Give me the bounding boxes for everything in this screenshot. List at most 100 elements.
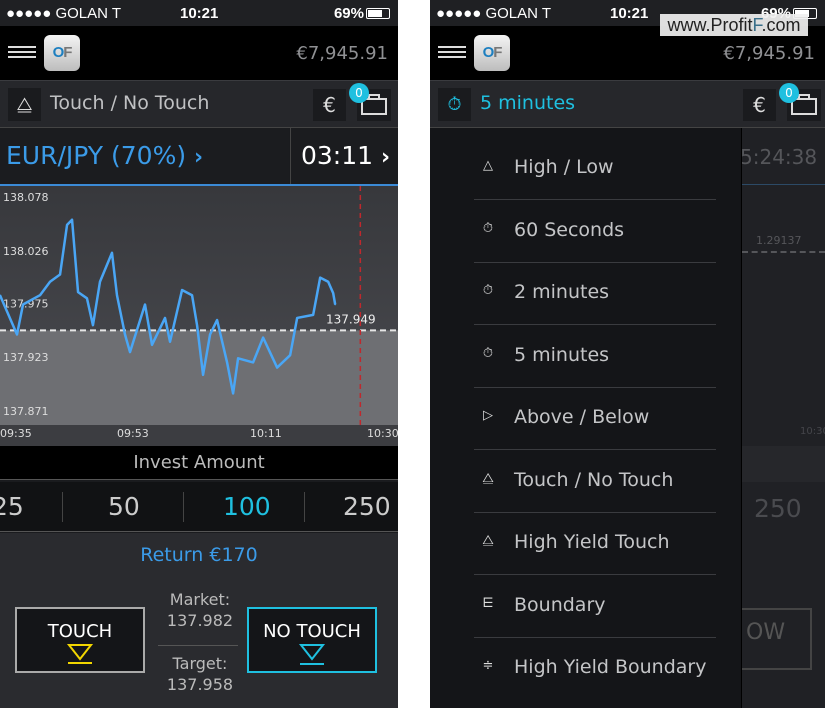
price-point [237, 357, 239, 360]
price-point [312, 314, 314, 316]
y-tick: 137.871 [3, 405, 49, 418]
watermark-text: .com [761, 15, 801, 35]
price-point [262, 336, 264, 339]
stopwatch-icon[interactable]: ⏱ [438, 88, 471, 121]
no-touch-button[interactable]: NO TOUCH [247, 607, 377, 673]
divider [742, 184, 825, 185]
touch-button[interactable]: TOUCH [15, 607, 145, 673]
price-point [144, 303, 146, 306]
amount-option[interactable]: 250 [343, 492, 391, 521]
menu-item[interactable]: ⏱ 2 minutes [474, 263, 716, 325]
clock: 10:21 [610, 5, 649, 22]
price-point [319, 276, 321, 279]
dimmed-background: 5:24:38 1.29137 10:30 250 OW [722, 128, 825, 708]
x-tick: 09:53 [117, 427, 149, 440]
currency-button[interactable]: € [743, 89, 776, 121]
invest-amount-label: Invest Amount [0, 446, 398, 480]
amount-option-selected[interactable]: 100 [223, 492, 271, 521]
price-point [202, 374, 204, 376]
stopwatch-icon: ⏱ [482, 220, 494, 236]
watermark: www.ProfitF.com [660, 14, 808, 36]
price-point [164, 317, 166, 319]
carrier: ●●●●● GOLAN T [6, 5, 122, 22]
price-point [169, 340, 171, 343]
bg-price: 1.29137 [756, 234, 802, 247]
menu-item-label: High Yield Touch [514, 531, 670, 553]
x-tick: 10:30 [367, 427, 398, 440]
portfolio-count-badge: 0 [349, 83, 369, 103]
bg-price-line [742, 251, 825, 253]
price-point [226, 361, 228, 364]
menu-item[interactable]: ⧋ Touch / No Touch [474, 451, 716, 513]
return-text: Return €170 [140, 544, 258, 566]
amount-option[interactable]: 50 [108, 492, 140, 521]
y-tick: 137.923 [3, 351, 49, 364]
price-point [151, 344, 153, 346]
bg-band [742, 446, 825, 482]
amount-option[interactable]: 25 [0, 492, 24, 521]
market-label: Market: [169, 590, 231, 609]
price-point [16, 333, 18, 336]
carrier: ●●●●● GOLAN T [436, 5, 552, 22]
y-tick: 138.078 [3, 191, 49, 204]
touch-label: TOUCH [47, 621, 113, 642]
triangle-up-icon: △ [483, 158, 493, 173]
price-point [86, 297, 88, 300]
price-point [129, 351, 131, 353]
amount-selector: 25 50 100 250 [0, 482, 398, 532]
account-balance: €7,945.91 [723, 43, 815, 64]
touch-icon[interactable]: ⧋ [8, 88, 41, 121]
option-type-selector[interactable]: Touch / No Touch [50, 92, 209, 114]
bg-countdown: 5:24:38 [740, 145, 818, 169]
menu-item-label: Above / Below [514, 406, 650, 428]
price-point [22, 303, 24, 306]
menu-item-label: High Yield Boundary [514, 656, 707, 678]
menu-icon[interactable] [438, 46, 466, 58]
menu-item-label: Boundary [514, 593, 606, 616]
price-point [39, 294, 41, 297]
menu-item[interactable]: ▷ Above / Below [474, 388, 716, 450]
duration-selector[interactable]: 5 minutes [480, 92, 575, 114]
price-point [99, 280, 101, 283]
price-point [59, 273, 61, 276]
chevron-right-icon: › [194, 145, 204, 170]
triangle-right-icon: ▷ [483, 408, 493, 423]
battery-icon [366, 8, 390, 19]
boundary-icon: ⋿ [482, 595, 494, 611]
menu-item[interactable]: ⏱ 60 Seconds [474, 201, 716, 263]
current-price-label: 137.949 [326, 312, 376, 326]
watermark-text: www.Profit [667, 15, 753, 35]
menu-item-label: 2 minutes [514, 281, 610, 303]
menu-item[interactable]: ⋿ Boundary [474, 576, 716, 638]
expiry-selector[interactable]: 03:11 › [290, 128, 398, 184]
price-point [296, 317, 298, 319]
option-menu-screen: ●●●●● GOLAN T 10:21 69% OF €7,945.91 ⏱ 5… [430, 0, 825, 708]
option-type-menu: △ High / Low ⏱ 60 Seconds ⏱ 2 minutes ⏱ 5 minut… [430, 128, 742, 708]
separator [62, 492, 63, 522]
status-bar: ●●●●● GOLAN T 10:21 69% [0, 0, 398, 26]
clock: 10:21 [180, 5, 219, 22]
x-tick: 09:35 [0, 427, 32, 440]
no-touch-label: NO TOUCH [263, 621, 361, 642]
app-logo: OF [44, 35, 80, 71]
menu-item[interactable]: ⏱ 5 minutes [474, 326, 716, 388]
price-point [77, 291, 79, 293]
x-tick: 10:11 [250, 427, 282, 440]
menu-item[interactable]: △ High / Low [474, 138, 716, 200]
high-yield-boundary-icon: ≑ [482, 658, 494, 673]
menu-item[interactable]: ≑ High Yield Boundary [474, 638, 716, 700]
asset-selector[interactable]: EUR/JPY (70%) › [0, 128, 289, 184]
menu-item[interactable]: ⧋ High Yield Touch [474, 513, 716, 575]
currency-button[interactable]: € [313, 89, 346, 121]
menu-item-label: Touch / No Touch [514, 468, 674, 491]
target-value: 137.958 [166, 675, 234, 694]
price-point [216, 319, 218, 321]
menu-icon[interactable] [8, 46, 36, 58]
price-point [332, 292, 334, 294]
price-chart[interactable]: 138.078 138.026 137.975 137.923 137.871 137.9… [0, 186, 398, 425]
price-point [232, 392, 234, 395]
app-logo: OF [474, 35, 510, 71]
chevron-right-icon: › [381, 145, 391, 170]
price-point [276, 366, 278, 369]
price-point [49, 280, 51, 283]
